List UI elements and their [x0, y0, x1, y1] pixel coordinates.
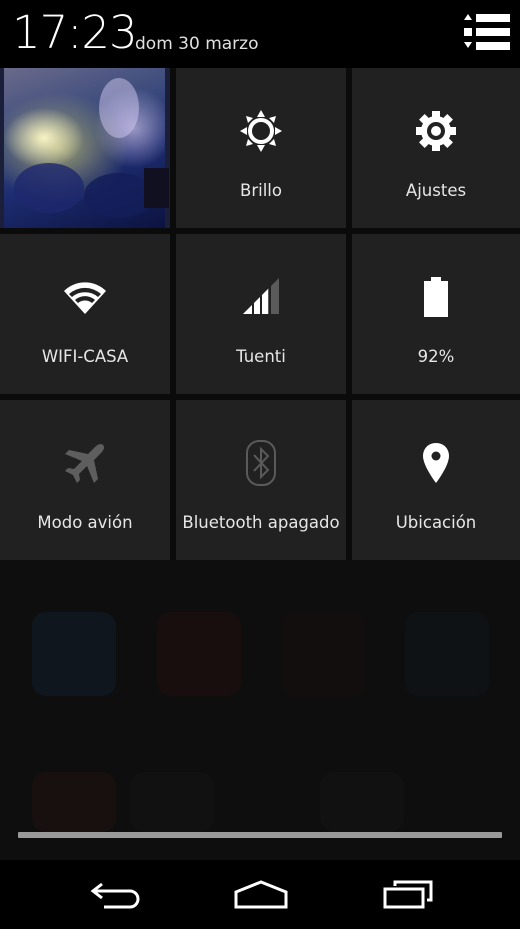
tile-user[interactable] — [0, 68, 170, 228]
tile-airplane-mode[interactable]: Modo avión — [0, 400, 170, 560]
ghost-app-icon — [32, 772, 116, 832]
ghost-app-icon — [320, 772, 404, 832]
tile-mobile-data[interactable]: Tuenti — [176, 234, 346, 394]
ghost-app-icon — [157, 612, 241, 696]
home-button[interactable] — [221, 870, 301, 920]
signal-icon — [176, 274, 346, 320]
ghost-app-icon — [282, 612, 366, 696]
wifi-icon — [0, 274, 170, 320]
navigation-bar — [0, 860, 520, 929]
tile-location-label: Ubicación — [395, 513, 477, 532]
location-pin-icon — [352, 440, 520, 486]
airplane-icon — [0, 440, 170, 486]
brightness-icon — [176, 108, 346, 154]
quick-settings-panel: Brillo Ajustes WIFI-CASA Tuenti 92% Modo… — [0, 68, 520, 560]
ghost-app-icon — [32, 612, 116, 696]
tile-mobile-data-label: Tuenti — [236, 347, 286, 366]
tile-settings-label: Ajustes — [405, 181, 467, 200]
notifications-toggle-icon[interactable] — [462, 12, 510, 54]
home-icon — [234, 880, 288, 909]
tile-brightness[interactable]: Brillo — [176, 68, 346, 228]
tile-airplane-mode-label: Modo avión — [37, 513, 133, 532]
ghost-app-icon — [405, 612, 489, 696]
tile-settings[interactable]: Ajustes — [352, 68, 520, 228]
status-bar: 17:23 dom 30 marzo — [0, 0, 520, 68]
gear-icon — [352, 108, 520, 154]
recent-apps-button[interactable] — [368, 870, 448, 920]
bluetooth-icon — [176, 440, 346, 486]
date[interactable]: dom 30 marzo — [135, 34, 258, 54]
battery-icon — [352, 274, 520, 320]
dimmed-home-screen — [0, 560, 520, 860]
tile-brightness-label: Brillo — [240, 181, 282, 200]
ghost-app-icon — [130, 772, 214, 832]
tile-battery-label: 92% — [417, 347, 455, 366]
tile-location[interactable]: Ubicación — [352, 400, 520, 560]
back-button[interactable] — [76, 870, 156, 920]
user-photo — [4, 68, 169, 228]
tile-wifi-label: WIFI-CASA — [41, 347, 129, 366]
shade-drag-handle[interactable] — [18, 832, 502, 838]
tile-wifi[interactable]: WIFI-CASA — [0, 234, 170, 394]
clock[interactable]: 17:23 — [12, 6, 138, 59]
tile-bluetooth[interactable]: Bluetooth apagado — [176, 400, 346, 560]
back-icon — [90, 882, 140, 909]
tile-bluetooth-label: Bluetooth apagado — [182, 513, 340, 532]
recent-apps-icon — [383, 880, 433, 909]
tile-battery[interactable]: 92% — [352, 234, 520, 394]
